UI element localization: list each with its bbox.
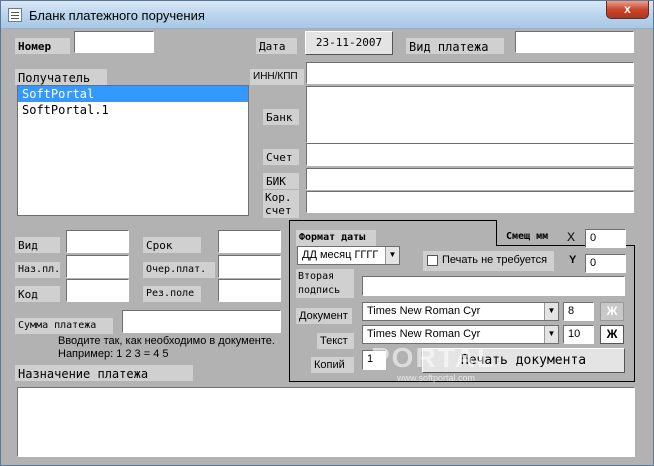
- print-document-button[interactable]: Печать документа: [422, 348, 625, 373]
- date-format-select[interactable]: ДД месяц ГГГГ ▼: [297, 246, 400, 265]
- amount-label: Сумма платежа: [15, 318, 113, 334]
- document-icon: [8, 8, 22, 22]
- y-offset-field[interactable]: 0: [585, 254, 626, 273]
- bik-label: БИК: [263, 173, 299, 189]
- number-label: Номер: [15, 38, 70, 54]
- no-print-label: Печать не требуется: [442, 254, 548, 266]
- date-format-value: ДД месяц ГГГГ: [302, 249, 379, 261]
- window-title: Бланк платежного поручения: [29, 8, 205, 23]
- payment-type-field[interactable]: [515, 31, 634, 53]
- copies-label: Копий: [311, 357, 354, 373]
- vid-label: Вид: [15, 237, 60, 253]
- date-button[interactable]: 23-11-2007: [305, 31, 393, 55]
- srok-field[interactable]: [218, 230, 281, 253]
- inn-label: ИНН/КПП: [250, 69, 304, 85]
- text-bold-toggle[interactable]: Ж: [600, 325, 624, 344]
- second-sign-label: Вторая подпись: [296, 269, 354, 298]
- document-bold-toggle[interactable]: Ж: [600, 302, 624, 321]
- kor-field[interactable]: [306, 191, 634, 213]
- chevron-down-icon[interactable]: ▼: [385, 247, 399, 264]
- app-window: Бланк платежного поручения x Номер Дата …: [0, 0, 654, 466]
- no-print-checkbox-row[interactable]: Печать не требуется: [423, 251, 554, 271]
- inn-field[interactable]: [306, 62, 634, 84]
- account-label: Счет: [263, 149, 299, 165]
- recipient-list[interactable]: SoftPortal SoftPortal.1: [17, 85, 249, 216]
- bank-field[interactable]: [306, 86, 634, 143]
- date-label: Дата: [256, 38, 297, 54]
- naz-field[interactable]: [66, 255, 129, 278]
- purpose-field[interactable]: [17, 387, 635, 457]
- ocher-field[interactable]: [218, 255, 281, 278]
- bik-field[interactable]: [306, 168, 634, 190]
- y-label: Y: [569, 254, 577, 266]
- document-font-value: Times New Roman Cyr: [367, 305, 481, 317]
- amount-field[interactable]: [122, 310, 281, 333]
- second-sign-field[interactable]: [362, 276, 625, 296]
- chevron-down-icon[interactable]: ▼: [544, 303, 558, 320]
- copies-field[interactable]: 1: [362, 350, 386, 370]
- document-font-label: Документ: [296, 308, 352, 324]
- recipient-label: Получатель: [15, 69, 107, 85]
- title-bar: Бланк платежного поручения x: [1, 1, 653, 29]
- document-size-field[interactable]: 8: [563, 302, 594, 321]
- x-label: X: [567, 230, 576, 244]
- naz-label: Наз.пл.: [15, 262, 60, 278]
- text-font-select[interactable]: Times New Roman Cyr ▼: [362, 325, 559, 344]
- purpose-label: Назначение платежа: [15, 365, 193, 381]
- kor-label-line-2: счет: [265, 204, 292, 217]
- second-sign-label-line-1: Вторая: [298, 271, 335, 282]
- payment-type-label: Вид платежа: [406, 38, 504, 54]
- amount-hint-2: Например: 1 2 3 = 4 5: [58, 348, 169, 360]
- amount-hint-1: Вводите так, как необходимо в документе.: [58, 335, 275, 347]
- text-font-value: Times New Roman Cyr: [367, 328, 481, 340]
- srok-label: Срок: [143, 237, 201, 253]
- second-sign-label-line-2: подпись: [298, 285, 341, 296]
- date-format-label: Формат даты: [296, 230, 376, 246]
- text-size-field[interactable]: 10: [563, 325, 594, 344]
- document-font-select[interactable]: Times New Roman Cyr ▼: [362, 302, 559, 321]
- rez-label: Рез.поле: [143, 286, 201, 302]
- bank-label: Банк: [263, 109, 299, 125]
- kod-label: Код: [15, 286, 60, 302]
- chevron-down-icon[interactable]: ▼: [544, 326, 558, 343]
- offset-label: Смещ мм: [506, 231, 549, 242]
- kor-label: Кор. счет: [263, 190, 299, 218]
- ocher-label: Очер.плат.: [143, 262, 215, 278]
- kod-field[interactable]: [66, 279, 129, 302]
- x-offset-field[interactable]: 0: [585, 229, 626, 248]
- vid-field[interactable]: [66, 230, 129, 253]
- rez-field[interactable]: [218, 279, 281, 302]
- kor-label-line-1: Кор.: [265, 191, 292, 204]
- list-item[interactable]: SoftPortal: [18, 86, 248, 102]
- list-item[interactable]: SoftPortal.1: [18, 102, 248, 118]
- text-font-label: Текст: [317, 333, 354, 349]
- account-field[interactable]: [306, 143, 634, 166]
- number-field[interactable]: [74, 31, 154, 53]
- close-button[interactable]: x: [606, 1, 649, 19]
- no-print-checkbox[interactable]: [427, 255, 438, 266]
